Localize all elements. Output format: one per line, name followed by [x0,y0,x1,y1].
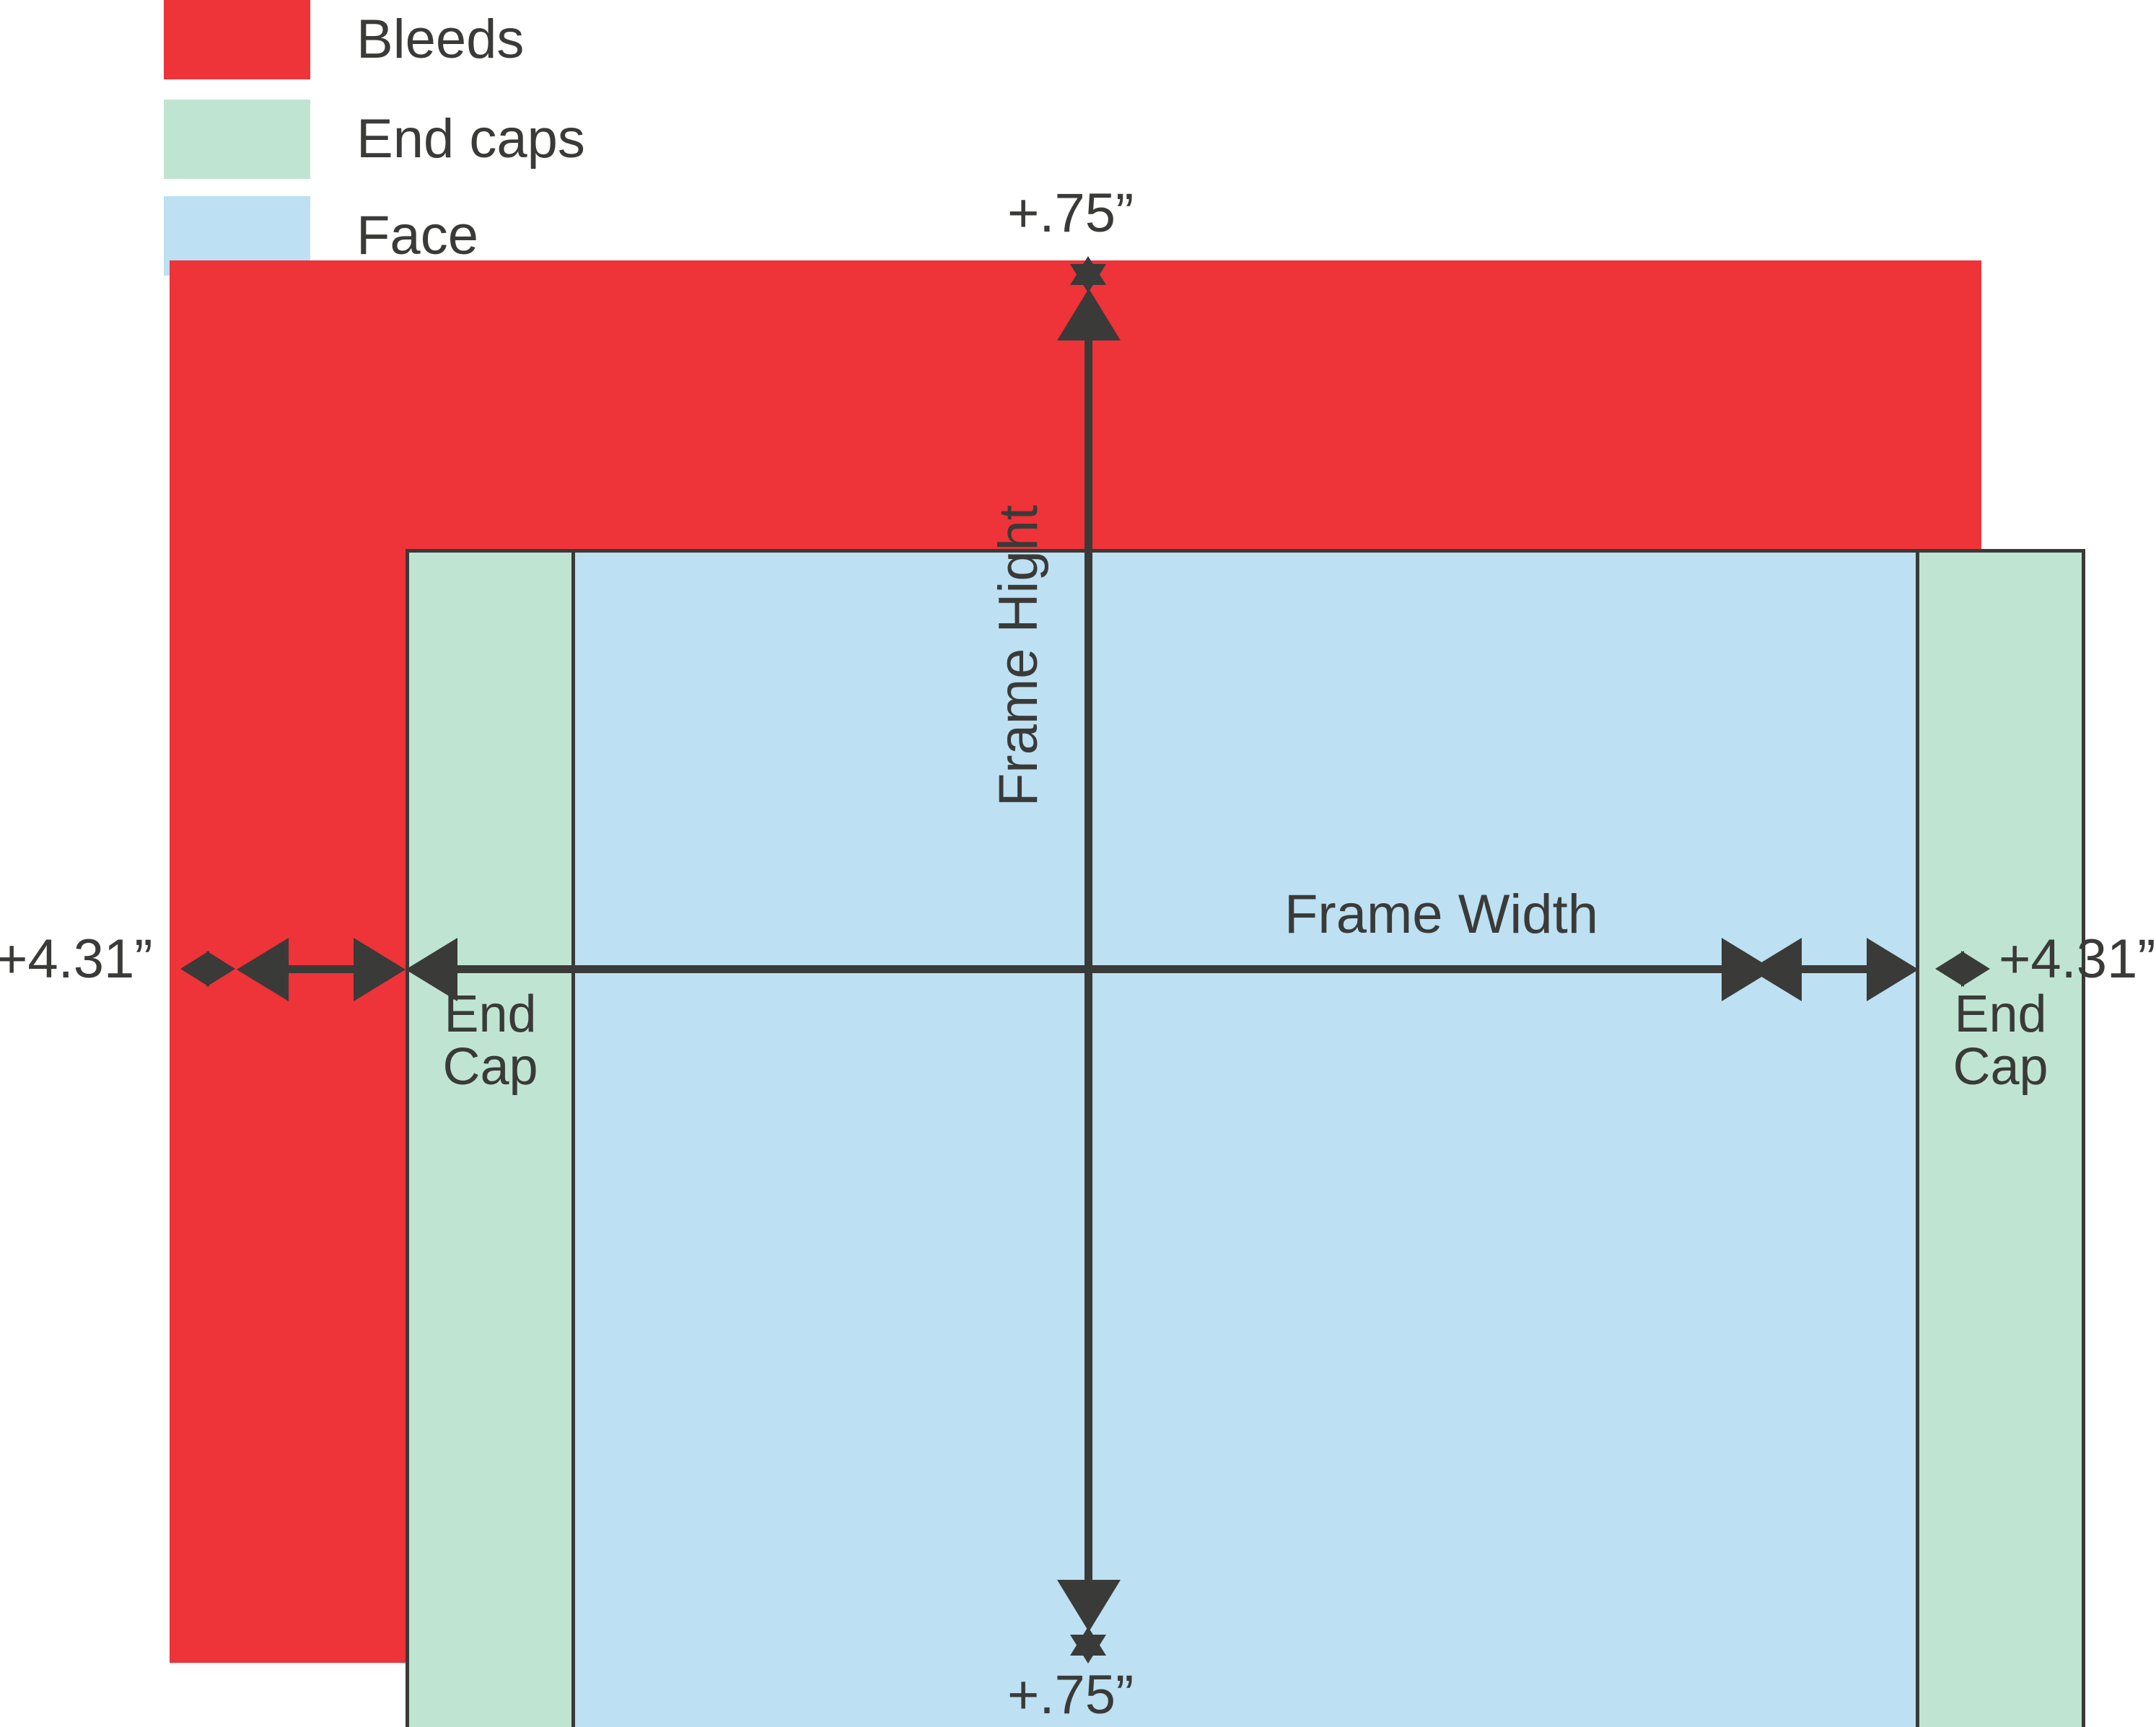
bleed-bottom-label: +.75” [1007,1664,1134,1726]
frame-hight-arrowhead-down [1057,1580,1121,1632]
frame-width-arrowhead-left [406,938,457,1001]
bleed-left-label: +4.31” [0,928,153,990]
frame-hight-arrowhead-up [1057,289,1121,340]
end-cap-left-dimension-line [289,965,354,973]
end-cap-left-label-line2: Cap [442,1038,538,1097]
end-cap-left-arrowhead-right [354,938,406,1001]
frame-hight-dimension-line [1084,339,1092,1583]
end-cap-right-dimension-line [1802,965,1867,973]
legend-label-bleeds: Bleeds [356,9,525,70]
panel-region: End Cap End Cap [406,549,2085,1727]
legend-swatch-end-caps [164,100,310,179]
end-cap-left-region: End Cap [409,553,575,1727]
end-cap-right-label-line2: Cap [1953,1038,2048,1097]
legend-item-end-caps: End caps [164,100,885,179]
bleed-top-label: +.75” [1007,183,1134,244]
frame-width-label: Frame Width [1284,884,1598,945]
end-cap-right-label: End Cap [1919,988,2082,1094]
end-cap-left-arrowhead-left [237,938,289,1001]
legend-label-face: Face [356,205,478,266]
legend-swatch-bleeds [164,0,310,79]
end-cap-left-label: End Cap [409,988,571,1094]
bleed-top-arrowhead-down [1070,264,1106,293]
legend-item-bleeds: Bleeds [164,0,885,79]
bleed-right-arrowhead-right [1961,951,1990,987]
bleed-right-label: +4.31” [1999,928,2156,990]
diagram-canvas: Bleeds End caps Face End Cap End Cap Fra… [0,0,2156,1727]
end-cap-right-region: End Cap [1916,553,2082,1727]
end-cap-right-arrowhead-right [1867,938,1919,1001]
legend-label-end-caps: End caps [356,108,585,170]
frame-width-dimension-line [457,965,1722,973]
bleed-left-arrowhead-left [180,951,209,987]
bleed-bottom-arrowhead-down [1070,1635,1106,1664]
end-cap-right-label-line1: End [1954,985,2047,1043]
frame-hight-label: Frame Hight [988,505,1049,807]
bleed-left-arrowhead-right [206,951,235,987]
bleed-right-arrowhead-left [1935,951,1964,987]
legend: Bleeds End caps Face [164,0,885,281]
end-cap-right-arrowhead-left [1750,938,1802,1001]
